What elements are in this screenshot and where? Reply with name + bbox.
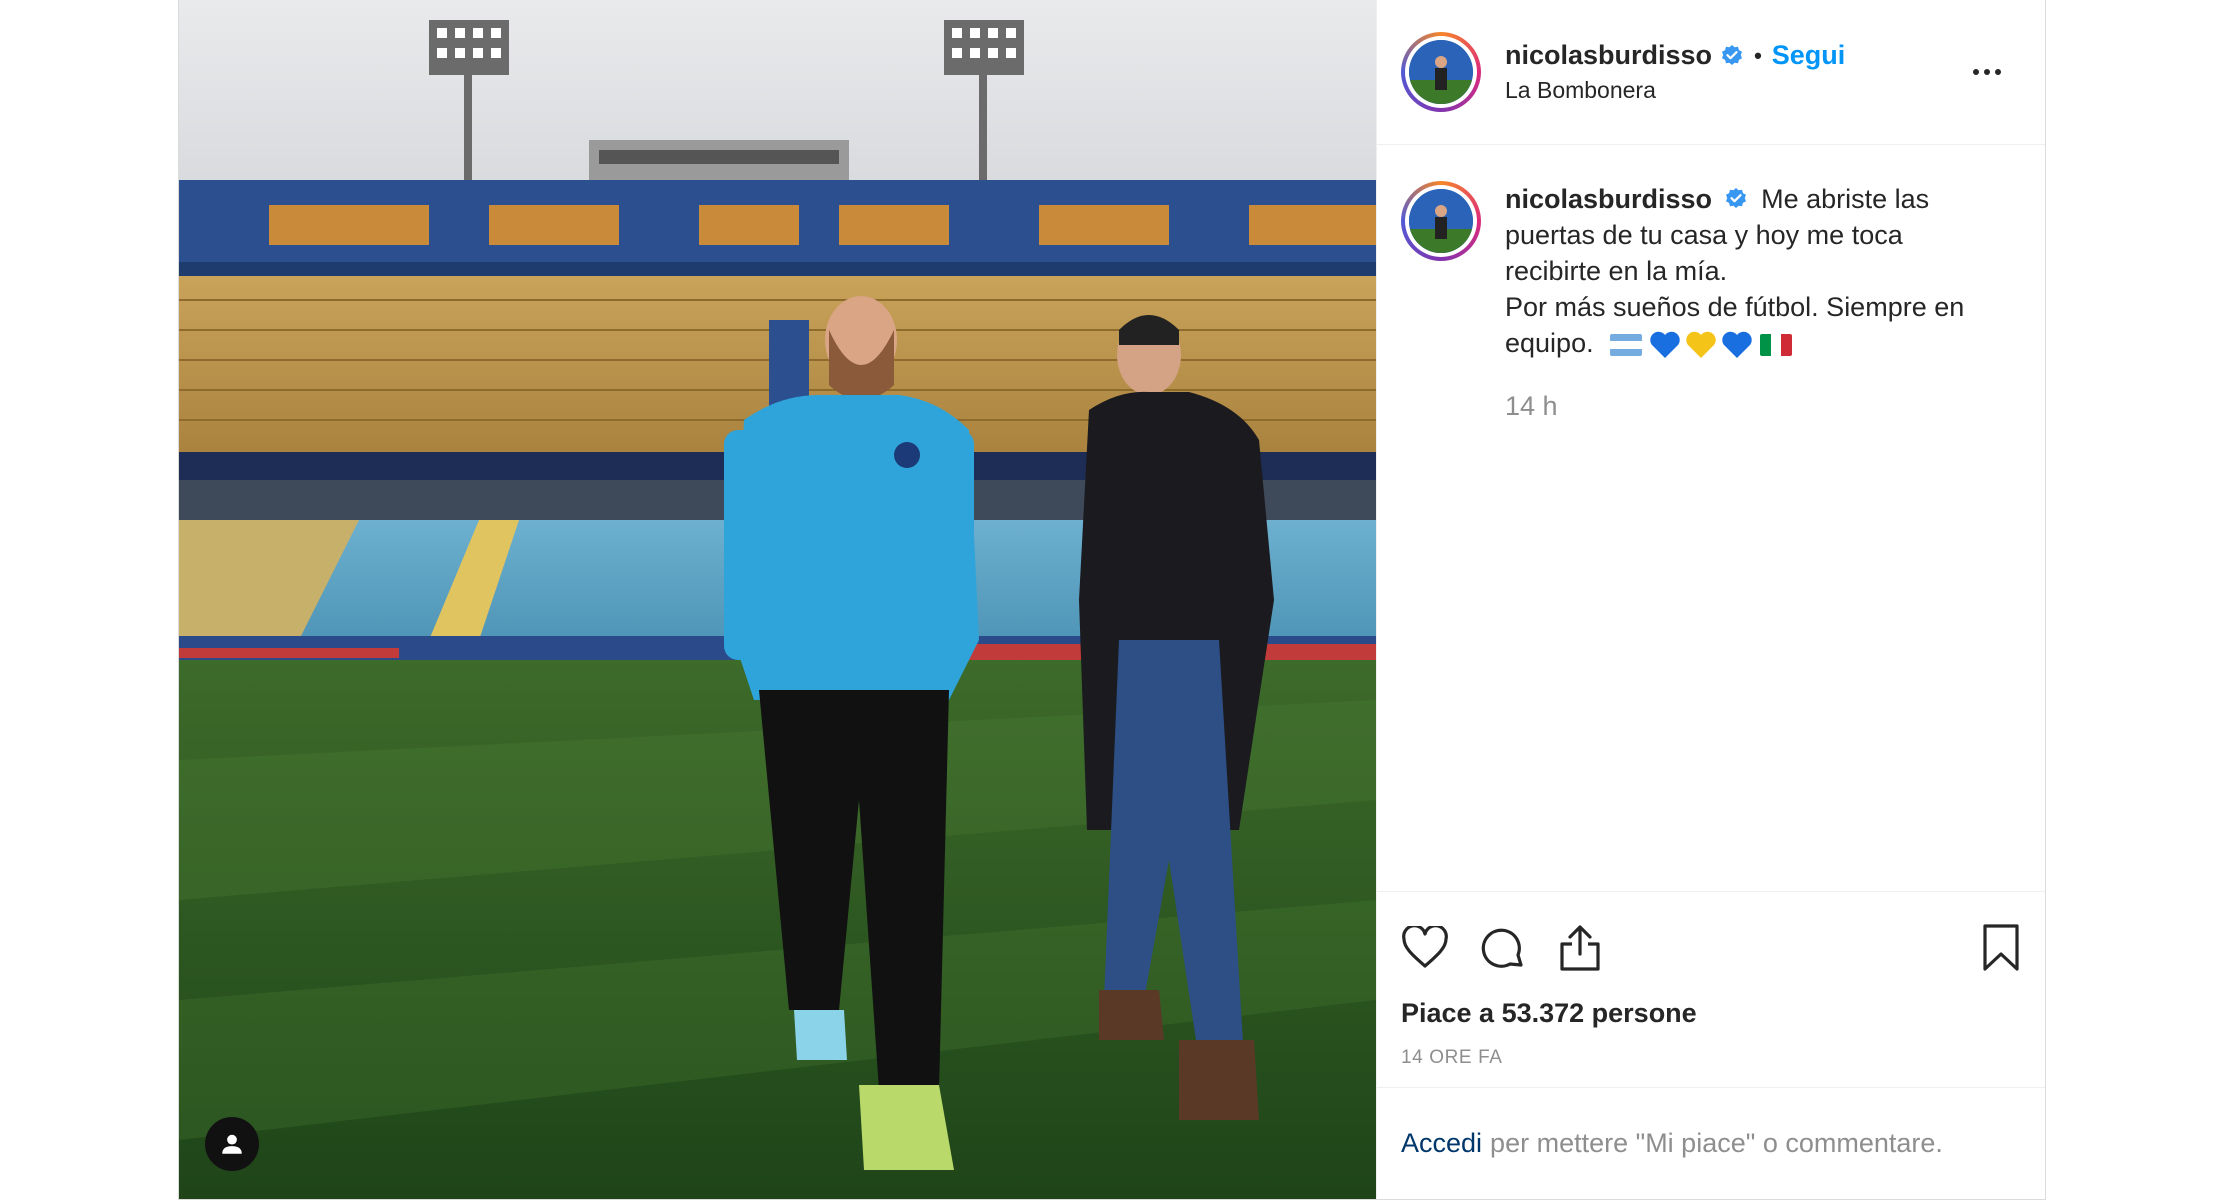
login-link[interactable]: Accedi	[1401, 1128, 1482, 1159]
comment-icon[interactable]	[1479, 924, 1527, 972]
more-horizontal-icon[interactable]	[1967, 63, 2007, 81]
post-header: nicolasburdisso • Segui La Bombonera	[1377, 0, 2045, 145]
likes-count[interactable]: Piace a 53.372 persone	[1401, 998, 2021, 1029]
yellow-heart-icon	[1686, 331, 1716, 358]
caption-text: nicolasburdisso Me abriste las puertas d…	[1505, 181, 1994, 361]
flag-argentina-icon	[1610, 333, 1643, 356]
login-prompt: Accedi per mettere "Mi piace" o commenta…	[1377, 1087, 2045, 1199]
verified-badge-icon	[1722, 44, 1743, 65]
post-date[interactable]: 14 ORE FA	[1401, 1047, 2021, 1069]
post-photo[interactable]	[179, 0, 1376, 1199]
location-link[interactable]: La Bombonera	[1505, 77, 1845, 104]
avatar-image	[1409, 40, 1473, 104]
caption-line-3: recibirte en la mía.	[1505, 256, 1728, 286]
login-prompt-text: per mettere "Mi piace" o commentare.	[1490, 1128, 1943, 1158]
caption-username[interactable]: nicolasburdisso	[1505, 184, 1712, 214]
blue-heart-icon	[1722, 331, 1752, 358]
blue-heart-icon	[1650, 331, 1680, 358]
heart-icon[interactable]	[1401, 926, 1449, 970]
separator-dot: •	[1754, 42, 1762, 68]
user-icon	[222, 1134, 242, 1154]
avatar[interactable]	[1401, 32, 1481, 112]
flag-italy-icon	[1760, 333, 1793, 356]
caption: nicolasburdisso Me abriste las puertas d…	[1401, 181, 2021, 361]
bookmark-icon[interactable]	[1981, 923, 2021, 973]
action-bar: Piace a 53.372 persone 14 ORE FA	[1377, 891, 2045, 1087]
caption-avatar[interactable]	[1401, 181, 1481, 261]
comments-area: nicolasburdisso Me abriste las puertas d…	[1377, 145, 2045, 891]
share-icon[interactable]	[1557, 924, 1603, 972]
caption-line-1: Me abriste las	[1761, 184, 1930, 214]
caption-line-5: equipo.	[1505, 328, 1594, 358]
instagram-post: nicolasburdisso • Segui La Bombonera nic…	[178, 0, 2046, 1200]
stadium-photo	[179, 0, 1376, 1199]
caption-line-2: puertas de tu casa y hoy me toca	[1505, 220, 1903, 250]
caption-timestamp[interactable]: 14 h	[1505, 391, 2021, 422]
caption-line-4: Por más sueños de fútbol. Siempre en	[1505, 292, 1965, 322]
follow-button[interactable]: Segui	[1772, 40, 1846, 71]
avatar-image	[1409, 189, 1473, 253]
header-username[interactable]: nicolasburdisso	[1505, 40, 1712, 71]
tagged-user-button[interactable]	[205, 1117, 259, 1171]
post-side-panel: nicolasburdisso • Segui La Bombonera nic…	[1376, 0, 2045, 1199]
verified-badge-icon	[1725, 188, 1746, 208]
caption-emojis	[1607, 330, 1795, 360]
